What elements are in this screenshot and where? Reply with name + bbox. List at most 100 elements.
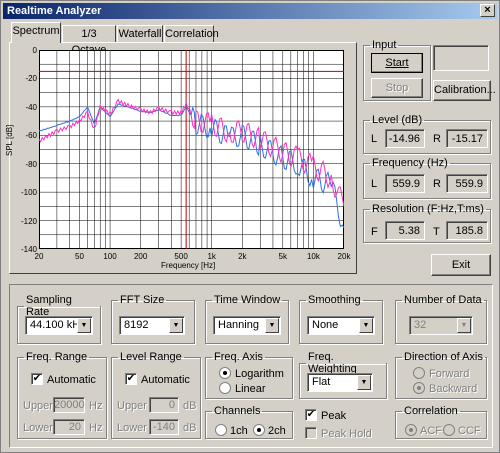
x-tick-label: 20k	[337, 252, 351, 261]
realtime-analyzer-window: Realtime Analyzer × Spectrum 1/3 Octave …	[0, 0, 500, 453]
smoothing-select[interactable]: None ▼	[307, 316, 375, 335]
chevron-down-icon[interactable]: ▼	[457, 318, 471, 333]
level-lower-label: Lower	[117, 422, 147, 434]
chevron-down-icon[interactable]: ▼	[357, 375, 371, 390]
freq-lower-label: Lower	[23, 422, 53, 434]
start-label: Start	[385, 57, 409, 69]
y-tick-label: -20	[25, 74, 37, 84]
y-tick-label: 0	[32, 46, 37, 55]
sampling-rate-legend: Sampling Rate	[26, 294, 72, 318]
time-window-select[interactable]: Hanning ▼	[213, 316, 281, 335]
freq-l-label: L	[371, 178, 378, 190]
y-tick-label: -40	[25, 102, 37, 112]
freq-range-automatic-label: Automatic	[47, 374, 96, 386]
level-range-legend: Level Range	[120, 351, 182, 363]
level-range-automatic-label: Automatic	[141, 374, 190, 386]
freq-lower-input[interactable]: 20	[53, 419, 85, 435]
freq-r-label: R	[433, 178, 441, 190]
number-of-data-select[interactable]: 32 ▼	[409, 316, 473, 335]
channels-2ch-radio[interactable]	[253, 424, 265, 436]
chevron-down-icon[interactable]: ▼	[265, 318, 279, 333]
y-axis-label: SPL [dB]	[5, 124, 14, 156]
time-window-legend: Time Window	[214, 294, 281, 306]
fft-size-value: 8192	[124, 319, 149, 331]
x-tick-label: 50	[75, 252, 84, 261]
title-bar: Realtime Analyzer ×	[3, 3, 497, 19]
freq-axis-logarithm-radio[interactable]	[219, 367, 231, 379]
y-tick-label: -100	[20, 188, 37, 198]
freq-weighting-value: Flat	[312, 376, 331, 388]
level-r-value: -15.17	[446, 129, 488, 148]
number-of-data-value: 32	[414, 319, 427, 331]
level-l-label: L	[371, 133, 378, 145]
level-range-automatic-checkbox[interactable]: ✔	[125, 373, 137, 385]
freq-upper-input[interactable]: 20000	[53, 397, 85, 413]
tab-third-octave[interactable]: 1/3 Octave	[62, 25, 116, 56]
close-icon[interactable]: ×	[480, 4, 495, 17]
frequency-legend: Frequency (Hz)	[372, 157, 448, 169]
chevron-down-icon[interactable]: ▼	[77, 318, 91, 333]
freq-range-legend: Freq. Range	[26, 351, 88, 363]
y-tick-label: -120	[20, 216, 37, 226]
direction-forward-radio[interactable]	[413, 367, 425, 379]
correlation-ccf-radio[interactable]	[443, 424, 455, 436]
x-tick-label: 10k	[306, 252, 320, 261]
calibration-button[interactable]: Calibration...	[433, 80, 496, 101]
y-tick-label: -60	[25, 131, 37, 141]
level-legend: Level (dB)	[372, 114, 423, 126]
res-f-value: 5.38	[385, 221, 425, 240]
input-legend: Input	[372, 39, 397, 51]
freq-axis-linear-radio[interactable]	[219, 382, 231, 394]
stop-button[interactable]: Stop	[371, 78, 423, 98]
tab-correlation[interactable]: Correlation	[164, 25, 219, 42]
level-upper-label: Upper	[117, 400, 147, 412]
level-upper-input[interactable]: 0	[149, 397, 179, 413]
x-tick-label: 20	[34, 252, 44, 261]
time-window-value: Hanning	[218, 319, 259, 331]
freq-r-value: 559.9	[446, 174, 488, 193]
res-t-value: 185.8	[446, 221, 488, 240]
freq-upper-unit: Hz	[89, 400, 103, 412]
direction-backward-label: Backward	[429, 383, 478, 395]
freq-l-value: 559.9	[385, 174, 425, 193]
freq-range-automatic-checkbox[interactable]: ✔	[31, 373, 43, 385]
freq-upper-label: Upper	[23, 400, 53, 412]
level-lower-input[interactable]: -140	[149, 419, 179, 435]
chevron-down-icon[interactable]: ▼	[359, 318, 373, 333]
start-button[interactable]: Start	[371, 53, 423, 73]
spectrum-chart	[39, 50, 344, 249]
freq-weighting-select[interactable]: Flat ▼	[307, 373, 373, 392]
tab-spectrum[interactable]: Spectrum	[11, 22, 61, 43]
spectrum-series-2	[39, 98, 344, 207]
x-tick-label: 200	[133, 252, 148, 261]
spectrum-series-1	[39, 103, 344, 228]
x-tick-label: 5k	[278, 252, 287, 261]
level-upper-unit: dB	[183, 400, 197, 412]
exit-button[interactable]: Exit	[431, 254, 491, 276]
x-tick-label: 100	[103, 252, 117, 261]
fft-size-select[interactable]: 8192 ▼	[119, 316, 185, 335]
peak-checkbox[interactable]: ✔	[305, 409, 317, 421]
fft-size-legend: FFT Size	[120, 294, 165, 306]
smoothing-legend: Smoothing	[308, 294, 361, 306]
correlation-ccf-label: CCF	[458, 425, 481, 437]
level-l-value: -14.96	[385, 129, 425, 148]
level-r-label: R	[433, 133, 441, 145]
direction-legend: Direction of Axis	[404, 351, 483, 363]
freq-weighting-legend: Freq. Weighting	[308, 351, 357, 375]
x-axis-label: Frequency [Hz]	[161, 261, 216, 270]
peak-hold-checkbox[interactable]	[305, 427, 317, 439]
x-tick-label: 500	[174, 252, 188, 261]
correlation-acf-radio[interactable]	[405, 424, 417, 436]
channels-1ch-radio[interactable]	[215, 424, 227, 436]
peak-hold-label: Peak Hold	[321, 428, 372, 440]
res-t-label: T	[433, 226, 440, 238]
direction-forward-label: Forward	[429, 368, 470, 380]
sampling-rate-select[interactable]: 44.100 kHz ▼	[25, 316, 93, 335]
tab-waterfall[interactable]: Waterfall	[117, 25, 163, 42]
freq-axis-logarithm-label: Logarithm	[235, 368, 284, 380]
chevron-down-icon[interactable]: ▼	[169, 318, 183, 333]
correlation-legend: Correlation	[404, 405, 458, 417]
direction-backward-radio[interactable]	[413, 382, 425, 394]
res-f-label: F	[371, 226, 378, 238]
